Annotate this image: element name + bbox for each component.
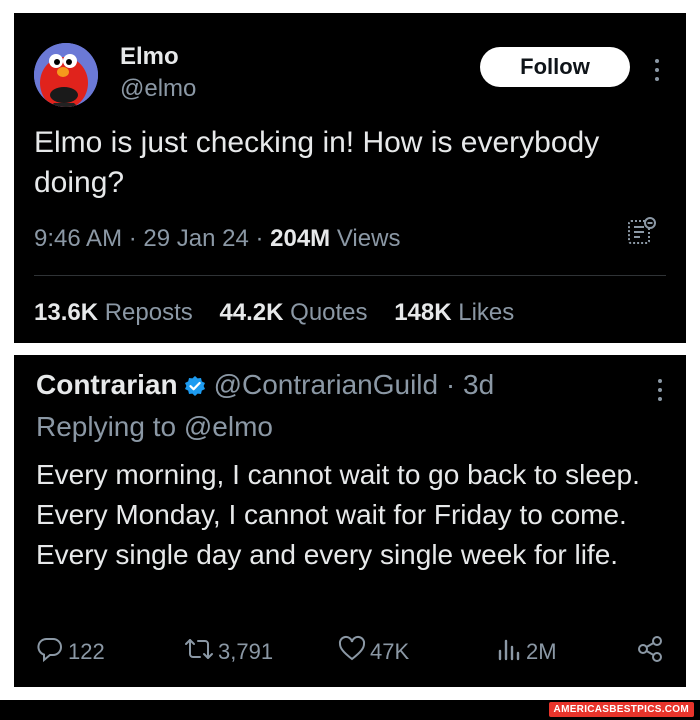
- reply-tweet-card: Contrarian @ContrarianGuild · 3d Replying…: [14, 355, 686, 687]
- reply-text: Every morning, I cannot wait to go back …: [36, 459, 640, 570]
- reply-count: 122: [68, 639, 105, 664]
- reply-author-name[interactable]: Contrarian: [36, 369, 178, 400]
- likes-label: Likes: [451, 299, 515, 326]
- reply-author-row: Contrarian @ContrarianGuild · 3d: [36, 369, 494, 401]
- views-action[interactable]: 2M: [494, 635, 557, 669]
- views-count: 204M: [270, 225, 331, 252]
- heart-icon: [338, 635, 370, 669]
- quotes-stat[interactable]: 44.2K Quotes: [219, 299, 367, 326]
- like-count: 47K: [370, 639, 410, 664]
- tweet-meta: 9:46 AM · 29 Jan 24 · 204M Views: [34, 225, 400, 253]
- author-handle[interactable]: @elmo: [120, 75, 196, 103]
- retweet-count: 3,791: [218, 639, 274, 664]
- views-label: Views: [330, 225, 401, 252]
- reply-action[interactable]: 122: [36, 635, 105, 669]
- elmo-avatar[interactable]: [34, 43, 98, 107]
- tweet-text: Elmo is just checking in! How is everybo…: [34, 126, 600, 199]
- author-name[interactable]: Elmo: [120, 43, 179, 71]
- reply-author-handle[interactable]: @ContrarianGuild: [214, 369, 439, 400]
- action-bar: 122 3,791 47K 2M: [36, 635, 666, 669]
- analytics-icon[interactable]: [626, 215, 658, 247]
- follow-button[interactable]: Follow: [480, 47, 630, 87]
- tweet-time[interactable]: 9:46 AM: [34, 225, 122, 252]
- likes-count: 148K: [394, 299, 452, 326]
- elmo-tweet-card: Elmo @elmo Follow Elmo is just checking …: [14, 13, 686, 343]
- views-icon: [494, 635, 526, 669]
- replying-to[interactable]: Replying to @elmo: [36, 411, 273, 443]
- watermark: AMERICASBESTPICS.COM: [548, 702, 694, 717]
- like-action[interactable]: 47K: [338, 635, 409, 669]
- likes-stat[interactable]: 148K Likes: [394, 299, 514, 326]
- quotes-label: Quotes: [283, 299, 368, 326]
- reply-icon: [36, 635, 68, 669]
- reposts-stat[interactable]: 13.6K Reposts: [34, 299, 193, 326]
- tweet-date[interactable]: 29 Jan 24: [143, 225, 248, 252]
- engagement-stats: 13.6K Reposts 44.2K Quotes 148K Likes: [34, 299, 514, 327]
- kebab-icon[interactable]: [654, 59, 660, 85]
- reposts-count: 13.6K: [34, 299, 99, 326]
- retweet-icon: [184, 635, 218, 669]
- views-count: 2M: [526, 639, 557, 664]
- verified-badge-icon: [184, 372, 206, 396]
- kebab-icon[interactable]: [657, 379, 663, 405]
- share-action[interactable]: [636, 635, 668, 669]
- quotes-count: 44.2K: [219, 299, 284, 326]
- meta-separator: ·: [122, 225, 144, 252]
- retweet-action[interactable]: 3,791: [184, 635, 273, 669]
- reply-age: · 3d: [438, 369, 495, 400]
- share-icon: [636, 635, 668, 669]
- meta-separator: ·: [248, 225, 271, 252]
- footer-bar: AMERICASBESTPICS.COM: [0, 700, 700, 720]
- divider: [34, 275, 666, 276]
- reposts-label: Reposts: [98, 299, 193, 326]
